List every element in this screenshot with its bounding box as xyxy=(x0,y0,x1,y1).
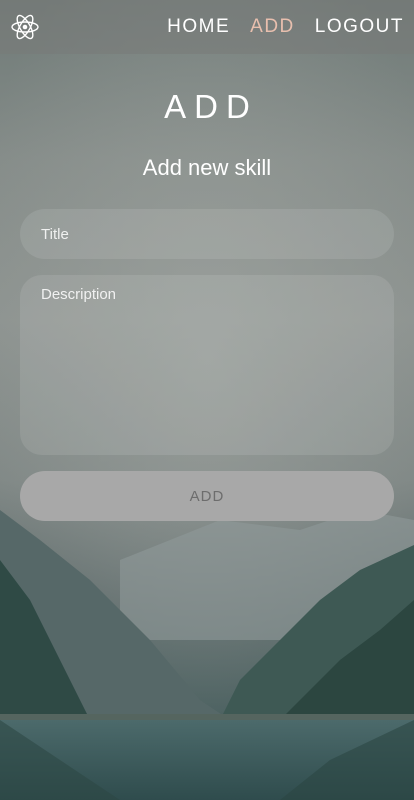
title-input[interactable] xyxy=(20,209,394,259)
nav-link-logout[interactable]: LOGOUT xyxy=(315,16,404,38)
top-navbar: HOME ADD LOGOUT xyxy=(0,0,414,54)
nav-link-add[interactable]: ADD xyxy=(250,16,295,38)
nav-links: HOME ADD LOGOUT xyxy=(147,16,404,38)
page-title: ADD xyxy=(164,88,258,125)
add-button[interactable]: ADD xyxy=(20,471,394,521)
page-subtitle: Add new skill xyxy=(142,155,272,180)
react-atom-icon[interactable] xyxy=(10,12,40,42)
description-textarea[interactable] xyxy=(20,275,394,455)
nav-link-home[interactable]: HOME xyxy=(167,16,230,38)
